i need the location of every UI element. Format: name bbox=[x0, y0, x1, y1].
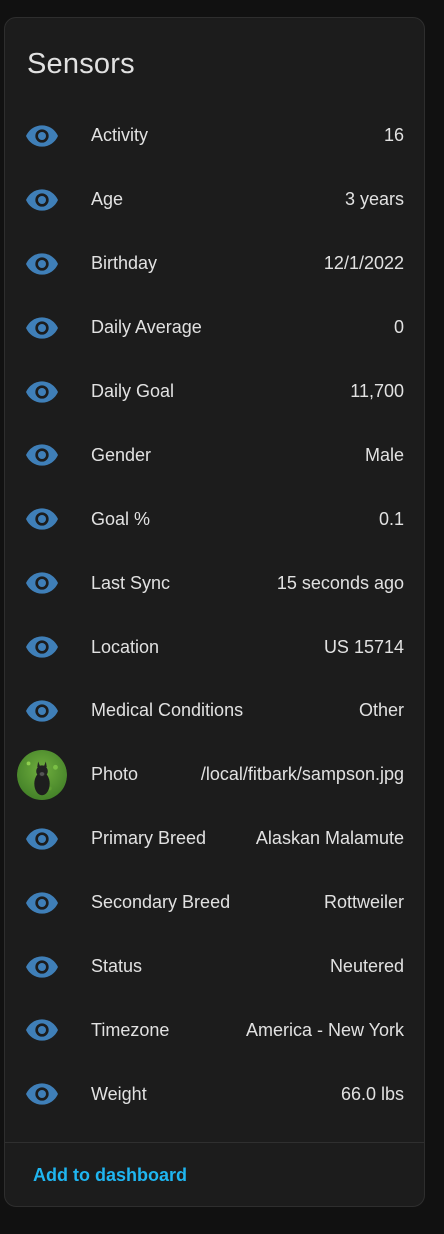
eye-icon bbox=[17, 239, 67, 289]
sensor-row-primary-breed[interactable]: Primary Breed Alaskan Malamute bbox=[5, 807, 424, 871]
sensor-value: Neutered bbox=[329, 956, 404, 977]
sensor-row-goal[interactable]: Goal % 0.1 bbox=[5, 487, 424, 551]
sensor-value: America - New York bbox=[245, 1019, 404, 1040]
sensor-row-last-sync[interactable]: Last Sync 15 seconds ago bbox=[5, 551, 424, 615]
sensor-value: Male bbox=[364, 444, 404, 465]
eye-icon bbox=[17, 303, 67, 353]
card-title: Sensors bbox=[27, 48, 135, 80]
eye-icon bbox=[17, 494, 67, 544]
sensor-value: 15 seconds ago bbox=[276, 572, 404, 593]
sensor-label: Last Sync bbox=[91, 572, 171, 593]
sensor-value: /local/fitbark/sampson.jpg bbox=[200, 764, 404, 785]
sensors-card: Sensors Activity 16 Age 3 years Birthday… bbox=[4, 17, 425, 1207]
sensor-value: 3 years bbox=[344, 189, 404, 210]
eye-icon bbox=[17, 558, 67, 608]
sensor-row-age[interactable]: Age 3 years bbox=[5, 168, 424, 232]
sensor-row-daily-average[interactable]: Daily Average 0 bbox=[5, 296, 424, 360]
sensor-label: Daily Average bbox=[91, 317, 202, 338]
sensor-row-medical-conditions[interactable]: Medical Conditions Other bbox=[5, 679, 424, 743]
dog-photo-avatar bbox=[17, 749, 67, 800]
sensor-label: Gender bbox=[91, 444, 152, 465]
sensor-value: Alaskan Malamute bbox=[255, 828, 404, 849]
eye-icon bbox=[17, 367, 67, 417]
sensor-value: 66.0 lbs bbox=[340, 1083, 404, 1104]
eye-icon bbox=[17, 622, 67, 672]
sensor-label: Medical Conditions bbox=[91, 700, 244, 721]
sensor-label: Daily Goal bbox=[91, 381, 175, 401]
sensor-row-secondary-breed[interactable]: Secondary Breed Rottweiler bbox=[5, 871, 424, 935]
add-to-dashboard-button[interactable]: Add to dashboard bbox=[33, 1165, 187, 1186]
sensor-label: Photo bbox=[91, 764, 139, 785]
eye-icon bbox=[17, 686, 67, 736]
sensor-label: Weight bbox=[91, 1083, 147, 1104]
eye-icon bbox=[17, 942, 67, 992]
sensor-label: Location bbox=[91, 636, 160, 657]
sensor-label: Primary Breed bbox=[91, 828, 207, 849]
eye-icon bbox=[17, 814, 67, 864]
sensor-label: Secondary Breed bbox=[91, 892, 231, 913]
sensor-label: Age bbox=[91, 189, 124, 210]
sensor-value: 0 bbox=[393, 317, 404, 338]
sensor-row-birthday[interactable]: Birthday 12/1/2022 bbox=[5, 232, 424, 296]
sensor-row-photo[interactable]: Photo /local/fitbark/sampson.jpg bbox=[5, 743, 424, 807]
sensor-row-location[interactable]: Location US 15714 bbox=[5, 615, 424, 679]
sensor-value: 12/1/2022 bbox=[323, 253, 404, 274]
sensor-row-status[interactable]: Status Neutered bbox=[5, 935, 424, 999]
sensor-value: Other bbox=[358, 700, 404, 721]
sensor-label: Activity bbox=[91, 125, 149, 146]
card-divider bbox=[5, 1142, 424, 1143]
sensor-row-activity[interactable]: Activity 16 bbox=[5, 104, 424, 168]
sensor-value: Rottweiler bbox=[323, 892, 404, 913]
sensor-row-daily-goal[interactable]: Daily Goal 11,700 bbox=[5, 360, 424, 424]
eye-icon bbox=[17, 175, 67, 225]
sensor-row-timezone[interactable]: Timezone America - New York bbox=[5, 998, 424, 1062]
sensor-row-weight[interactable]: Weight 66.0 lbs bbox=[5, 1062, 424, 1126]
sensor-label: Birthday bbox=[91, 253, 158, 274]
sensor-value: 11,700 bbox=[350, 381, 404, 401]
eye-icon bbox=[17, 430, 67, 480]
sensor-label: Status bbox=[91, 956, 143, 977]
sensor-value: 0.1 bbox=[378, 508, 404, 529]
eye-icon bbox=[17, 1005, 67, 1055]
sensor-value: 16 bbox=[383, 125, 404, 146]
sensor-value: US 15714 bbox=[323, 636, 404, 657]
eye-icon bbox=[17, 878, 67, 928]
sensor-label: Timezone bbox=[91, 1019, 170, 1040]
eye-icon bbox=[17, 111, 67, 161]
sensor-label: Goal % bbox=[91, 508, 151, 529]
sensor-row-gender[interactable]: Gender Male bbox=[5, 423, 424, 487]
eye-icon bbox=[17, 1069, 67, 1119]
sensor-list: Activity 16 Age 3 years Birthday 12/1/20… bbox=[5, 104, 424, 1126]
